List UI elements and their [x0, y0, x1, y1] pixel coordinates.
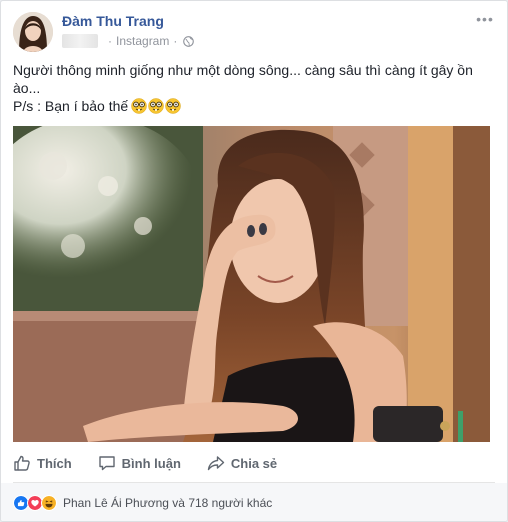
thumbs-up-icon — [14, 455, 30, 471]
meta-separator: · — [108, 34, 112, 48]
globe-icon[interactable] — [183, 35, 195, 47]
meta-separator-2: · — [173, 34, 178, 48]
reaction-summary[interactable]: Phan Lê Ái Phương và 718 người khác — [13, 495, 272, 511]
nerd-face-emoji-icon — [148, 98, 164, 114]
post-text: Người thông minh giống như một dòng sông… — [13, 61, 495, 115]
action-bar: Thích Bình luận Chia sẻ — [13, 449, 497, 477]
nerd-face-emoji-icon — [165, 98, 181, 114]
comment-icon — [98, 456, 115, 471]
post-text-ps: P/s : Bạn í bảo thế — [13, 98, 129, 114]
post-text-line2: P/s : Bạn í bảo thế — [13, 97, 495, 115]
comment-label: Bình luận — [121, 455, 181, 471]
photo-illustration — [13, 126, 490, 442]
post-source[interactable]: Instagram — [116, 34, 169, 48]
reactions-footer: Phan Lê Ái Phương và 718 người khác — [1, 483, 507, 521]
share-label: Chia sẻ — [230, 455, 278, 471]
post-header: Đàm Thu Trang · Instagram · ••• — [13, 9, 495, 53]
share-button[interactable]: Chia sẻ — [207, 454, 277, 472]
like-button[interactable]: Thích — [13, 454, 72, 472]
like-label: Thích — [37, 455, 72, 471]
haha-reaction-icon — [41, 495, 57, 511]
timestamp-redacted — [62, 34, 98, 48]
post-card: Đàm Thu Trang · Instagram · ••• Người th… — [0, 0, 508, 522]
more-options-icon[interactable]: ••• — [475, 12, 495, 29]
emoji-group — [131, 98, 181, 114]
post-text-line1: Người thông minh giống như một dòng sông… — [13, 62, 473, 96]
author-avatar[interactable] — [13, 12, 53, 52]
comment-button[interactable]: Bình luận — [98, 454, 181, 472]
post-photo[interactable] — [13, 126, 490, 442]
nerd-face-emoji-icon — [131, 98, 147, 114]
share-arrow-icon — [207, 456, 225, 471]
author-name[interactable]: Đàm Thu Trang — [62, 13, 164, 29]
post-meta: · Instagram · — [62, 33, 195, 49]
reaction-summary-text[interactable]: Phan Lê Ái Phương và 718 người khác — [63, 496, 272, 510]
